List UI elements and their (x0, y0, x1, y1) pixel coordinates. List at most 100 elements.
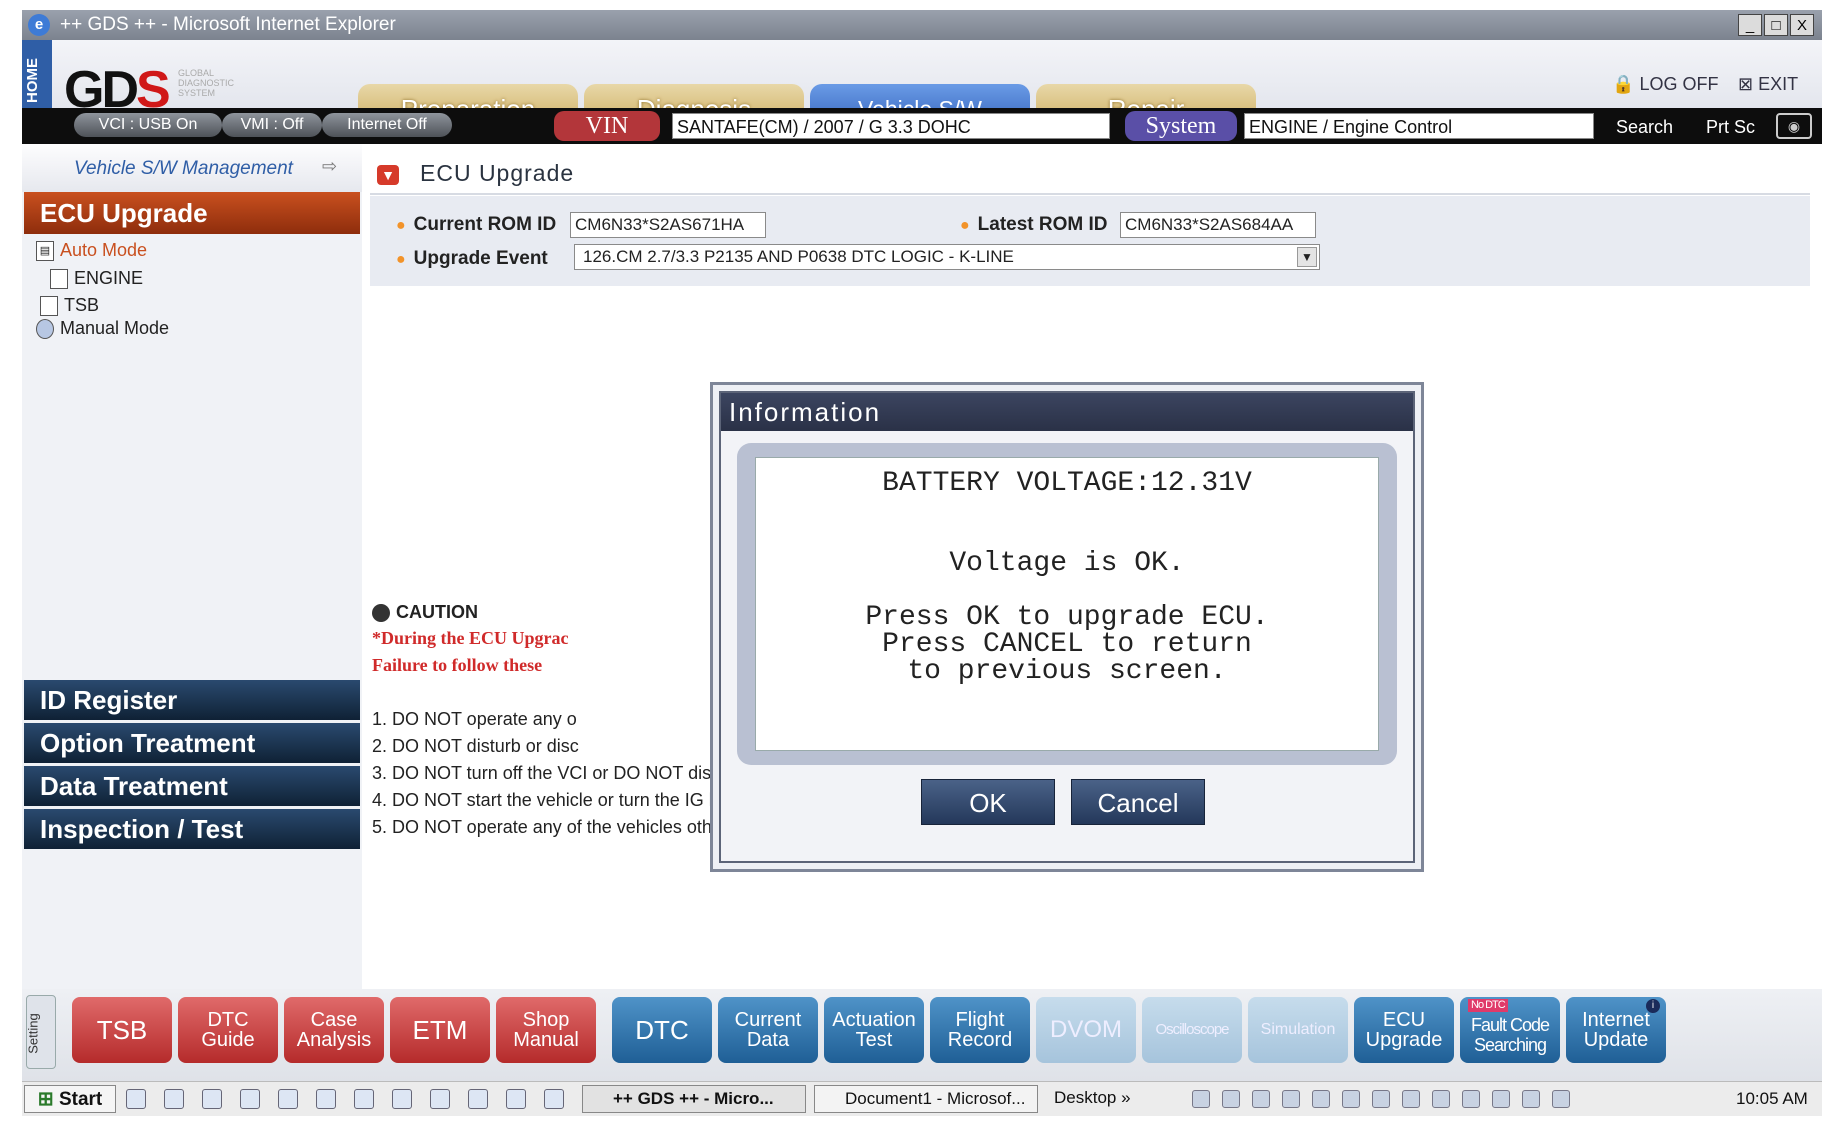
quicklaunch-calculator-icon[interactable] (278, 1089, 298, 1109)
current-rom-label: ● Current ROM ID (396, 214, 556, 236)
quicklaunch-folder-icon[interactable] (164, 1089, 184, 1109)
setting-label: Setting (25, 1013, 41, 1054)
dialog-frame: Information BATTERY VOLTAGE:12.31V Volta… (719, 391, 1415, 863)
quicklaunch-word-icon[interactable] (202, 1089, 222, 1109)
nav-option-treatment[interactable]: Option Treatment (24, 723, 360, 763)
simulation-button[interactable]: Simulation (1248, 997, 1348, 1063)
log-off-link[interactable]: 🔒 LOG OFF (1612, 74, 1718, 95)
tray-icon[interactable] (1462, 1090, 1480, 1108)
minimize-button[interactable]: _ (1738, 14, 1762, 36)
tray-icon[interactable] (1192, 1090, 1210, 1108)
tray-icon[interactable] (1432, 1090, 1450, 1108)
case-analysis-button[interactable]: Case Analysis (284, 997, 384, 1063)
close-button[interactable]: X (1790, 14, 1814, 36)
current-data-button[interactable]: Current Data (718, 997, 818, 1063)
system-button[interactable]: System (1125, 111, 1237, 141)
current-rom-label-text: Current ROM ID (413, 214, 557, 235)
collapse-icon[interactable]: ▼ (377, 165, 399, 185)
dtc-button[interactable]: DTC (612, 997, 712, 1063)
desktop-toolbar[interactable]: Desktop » (1046, 1085, 1156, 1113)
dtc-guide-label-2: Guide (201, 1029, 255, 1051)
flight-record-button[interactable]: Flight Record (930, 997, 1030, 1063)
internet-update-label-1: Internet (1582, 1009, 1650, 1031)
nav-data-treatment[interactable]: Data Treatment (24, 766, 360, 806)
vehicle-field: SANTAFE(CM) / 2007 / G 3.3 DOHC (672, 113, 1110, 139)
print-screen-button[interactable]: Prt Sc (1706, 117, 1755, 138)
page-title: ECU Upgrade (420, 160, 575, 186)
system-field: ENGINE / Engine Control (1244, 113, 1594, 139)
tray-icon[interactable] (1492, 1090, 1510, 1108)
internet-update-button[interactable]: i Internet Update (1566, 997, 1666, 1063)
upgrade-event-label-text: Upgrade Event (413, 248, 548, 269)
quicklaunch-notepad-icon[interactable] (316, 1089, 336, 1109)
dtc-guide-button[interactable]: DTC Guide (178, 997, 278, 1063)
tree-item-tsb[interactable]: TSB (40, 295, 99, 317)
book-icon: ▤ (36, 241, 54, 262)
taskbar: ⊞ Start ++ GDS ++ - Micro... Document1 -… (22, 1081, 1822, 1116)
task-word-document[interactable]: Document1 - Microsof... (814, 1085, 1038, 1113)
quicklaunch-media-icon[interactable] (506, 1089, 526, 1109)
tsb-button[interactable]: TSB (72, 997, 172, 1063)
tray-icon[interactable] (1312, 1090, 1330, 1108)
rule-1: 1. DO NOT operate any o (372, 709, 577, 729)
tree-item-auto-mode[interactable]: ▤ Auto Mode (36, 240, 147, 262)
bullet-icon: ● (396, 217, 406, 234)
tray-icon[interactable] (1222, 1090, 1240, 1108)
shop-manual-button[interactable]: Shop Manual (496, 997, 596, 1063)
tree-item-manual-mode[interactable]: Manual Mode (36, 318, 169, 340)
actuation-test-button[interactable]: Actuation Test (824, 997, 924, 1063)
quicklaunch-chart-icon[interactable] (468, 1089, 488, 1109)
tsb-label: TSB (96, 1015, 148, 1045)
nav-inspection-test[interactable]: Inspection / Test (24, 809, 360, 849)
quicklaunch-excel-icon[interactable] (240, 1089, 260, 1109)
quicklaunch-network-icon[interactable] (430, 1089, 450, 1109)
quicklaunch-desktop-icon[interactable] (126, 1089, 146, 1109)
volume-icon[interactable] (1552, 1090, 1570, 1108)
home-button[interactable]: HOME (22, 40, 52, 118)
vin-button[interactable]: VIN (554, 111, 660, 141)
ok-button[interactable]: OK (921, 779, 1055, 825)
chevron-down-icon[interactable]: ▼ (1297, 247, 1317, 267)
oscilloscope-button[interactable]: Oscilloscope (1142, 997, 1242, 1063)
flight-record-label-1: Flight (955, 1009, 1005, 1031)
home-label: HOME (24, 58, 41, 103)
camera-icon[interactable]: ◉ (1776, 113, 1812, 139)
battery-voltage-text: BATTERY VOLTAGE:12.31V (882, 468, 1252, 499)
vmi-status: VMI : Off (222, 113, 322, 137)
tray-icon[interactable] (1342, 1090, 1360, 1108)
quicklaunch-app-icon[interactable] (392, 1089, 412, 1109)
task-gds-window[interactable]: ++ GDS ++ - Micro... (582, 1085, 806, 1113)
internet-status: Internet Off (322, 113, 452, 137)
tray-icon[interactable] (1252, 1090, 1270, 1108)
etm-button[interactable]: ETM (390, 997, 490, 1063)
quicklaunch-calendar-icon[interactable] (354, 1089, 374, 1109)
sidebar-header: Vehicle S/W Management ⇨ (22, 144, 362, 192)
search-button[interactable]: Search (1616, 117, 1673, 138)
exit-link[interactable]: ⊠ EXIT (1738, 74, 1798, 95)
wifi-icon[interactable] (1522, 1090, 1540, 1108)
cancel-button[interactable]: Cancel (1071, 779, 1205, 825)
tree-item-engine[interactable]: ENGINE (50, 268, 144, 290)
nav-id-register[interactable]: ID Register (24, 680, 360, 720)
fault-code-label-2: Searching (1473, 1035, 1547, 1055)
quicklaunch-gds-icon[interactable] (544, 1089, 564, 1109)
actuation-test-label-1: Actuation (832, 1009, 916, 1031)
fault-code-searching-button[interactable]: No DTC Fault Code Searching (1460, 997, 1560, 1063)
sidebar-section-ecu-upgrade[interactable]: ECU Upgrade (24, 192, 360, 234)
tray-icon[interactable] (1372, 1090, 1390, 1108)
tree-label-engine: ENGINE (74, 268, 144, 288)
chevron-icon: » (1121, 1088, 1131, 1107)
ecu-upgrade-button[interactable]: ECU Upgrade (1354, 997, 1454, 1063)
browser-window: e ++ GDS ++ - Microsoft Internet Explore… (22, 10, 1822, 1125)
title-divider (370, 193, 1810, 195)
dvom-button[interactable]: DVOM (1036, 997, 1136, 1063)
start-button[interactable]: ⊞ Start (24, 1085, 116, 1113)
dialog-title: Information (721, 393, 1413, 431)
maximize-button[interactable]: □ (1764, 14, 1788, 36)
setting-button[interactable]: Setting (26, 995, 56, 1069)
arrow-right-icon[interactable]: ⇨ (322, 156, 337, 177)
tray-icon[interactable] (1402, 1090, 1420, 1108)
tray-icon[interactable] (1282, 1090, 1300, 1108)
upgrade-event-select[interactable]: 126.CM 2.7/3.3 P2135 AND P0638 DTC LOGIC… (574, 244, 1320, 270)
oscilloscope-label: Oscilloscope (1155, 1021, 1229, 1038)
